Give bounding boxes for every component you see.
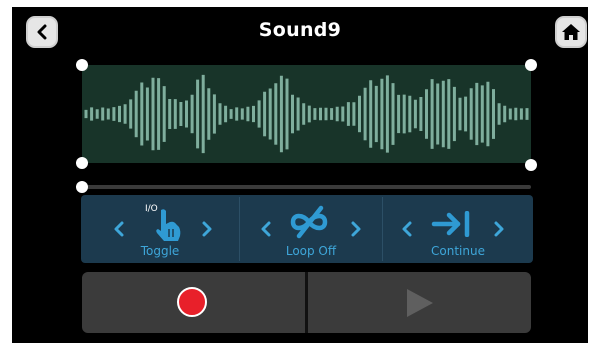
chevron-left-icon[interactable] (401, 220, 413, 238)
chevron-right-icon[interactable] (350, 220, 362, 238)
play-button[interactable] (308, 272, 531, 333)
chevron-left-icon[interactable] (113, 220, 125, 238)
mode-selector-panel: I/O Toggle Loop Off Continue (81, 195, 533, 263)
loop-mode-cell: Loop Off (240, 195, 382, 263)
chevron-right-icon[interactable] (493, 220, 505, 238)
continue-icon (431, 211, 470, 237)
touch-toggle-icon (156, 209, 181, 241)
playback-scrubber[interactable] (82, 185, 531, 189)
end-mode-cell: Continue (383, 195, 533, 263)
chevron-right-icon[interactable] (201, 220, 213, 238)
loop-mode-label: Loop Off (285, 244, 337, 258)
selection-start-bottom-handle[interactable] (76, 157, 88, 169)
end-mode-label: Continue (431, 244, 485, 258)
waveform-graphic (84, 74, 529, 154)
selection-end-bottom-handle[interactable] (525, 159, 537, 171)
device-screen: Sound9 I/O Toggle Loop Off Continue (12, 7, 588, 343)
play-icon (407, 289, 433, 317)
selection-end-top-handle[interactable] (525, 59, 537, 71)
selection-start-top-handle[interactable] (76, 59, 88, 71)
loop-off-icon (290, 205, 328, 239)
record-button[interactable] (82, 272, 305, 333)
transport-bar (82, 272, 531, 333)
page-title: Sound9 (258, 19, 342, 41)
waveform-display[interactable] (82, 65, 531, 163)
scrubber-handle[interactable] (76, 181, 88, 193)
trigger-mode-cell: I/O Toggle (81, 195, 239, 263)
home-button[interactable] (555, 16, 587, 48)
record-icon (177, 287, 207, 317)
chevron-left-icon[interactable] (260, 220, 272, 238)
home-icon (562, 24, 580, 40)
trigger-mode-label: Toggle (140, 244, 180, 258)
